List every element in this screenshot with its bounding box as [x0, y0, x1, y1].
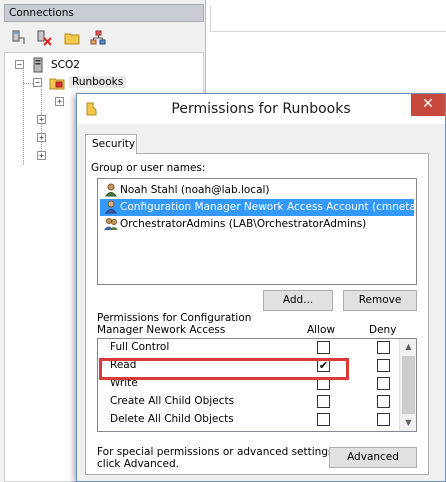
- workspace-header: [210, 6, 446, 32]
- permission-name: Create All Child Objects: [110, 395, 235, 407]
- tree-expand-toggle[interactable]: +: [37, 133, 46, 142]
- user-name: Configuration Manager Nework Access Acco…: [120, 201, 414, 213]
- connect-icon[interactable]: [10, 30, 26, 46]
- permission-name: Delete All Child Objects: [110, 413, 234, 425]
- scroll-down-icon[interactable]: ▼: [400, 415, 416, 431]
- user-icon: [105, 183, 117, 197]
- permission-row: Delete All Child Objects: [98, 411, 400, 429]
- user-list-item-selected[interactable]: Configuration Manager Nework Access Acco…: [100, 199, 414, 216]
- tab-security[interactable]: Security: [85, 134, 137, 154]
- tree-expand-toggle[interactable]: +: [37, 151, 46, 160]
- runbooks-folder-icon: [49, 78, 65, 90]
- user-list-item[interactable]: Noah Stahl (noah@lab.local): [100, 182, 414, 199]
- permission-name: Full Control: [110, 341, 170, 353]
- tree-expand-toggle[interactable]: +: [37, 115, 46, 124]
- scroll-up-icon[interactable]: ▲: [400, 339, 416, 355]
- hierarchy-icon[interactable]: [90, 30, 106, 46]
- deny-checkbox[interactable]: [377, 413, 390, 426]
- connections-toolbar: [4, 26, 204, 50]
- advanced-hint: For special permissions or advanced sett…: [97, 446, 337, 470]
- advanced-hint-line: click Advanced.: [97, 458, 180, 470]
- permissions-list: Full Control Read ✔ Write Create All Chi…: [97, 338, 417, 432]
- group-user-list[interactable]: Noah Stahl (noah@lab.local) Configuratio…: [97, 178, 417, 285]
- deny-checkbox[interactable]: [377, 359, 390, 372]
- connections-header: Connections: [4, 4, 204, 22]
- deny-column-header: Deny: [369, 324, 397, 336]
- tree-expand-toggle[interactable]: +: [55, 97, 64, 106]
- user-icon: [105, 200, 117, 214]
- add-button[interactable]: Add...: [263, 290, 333, 311]
- allow-column-header: Allow: [307, 324, 336, 336]
- permissions-label: Permissions for Configuration Manager Ne…: [97, 312, 251, 336]
- permission-row: Create All Child Objects: [98, 393, 400, 411]
- allow-checkbox[interactable]: [317, 413, 330, 426]
- new-folder-icon[interactable]: [64, 30, 80, 46]
- permissions-dialog: Permissions for Runbooks ✕ Security Grou…: [76, 93, 446, 482]
- allow-checkbox[interactable]: [317, 395, 330, 408]
- dialog-title: Permissions for Runbooks: [171, 101, 351, 117]
- allow-checkbox[interactable]: [317, 341, 330, 354]
- tree-item-runbooks[interactable]: Runbooks: [69, 76, 127, 88]
- deny-checkbox[interactable]: [377, 377, 390, 390]
- permissions-scrollbar[interactable]: ▲ ▼: [399, 339, 416, 431]
- dialog-titlebar[interactable]: Permissions for Runbooks ✕: [77, 94, 445, 124]
- scroll-thumb[interactable]: [402, 356, 415, 414]
- deny-checkbox[interactable]: [377, 395, 390, 408]
- permissions-label-line: Manager Nework Access: [97, 324, 226, 336]
- user-list-item[interactable]: OrchestratorAdmins (LAB\OrchestratorAdmi…: [100, 216, 414, 233]
- user-name: Noah Stahl (noah@lab.local): [120, 184, 270, 196]
- permissions-label-line: Permissions for Configuration: [97, 312, 252, 324]
- group-names-label: Group or user names:: [91, 162, 206, 174]
- advanced-hint-line: For special permissions or advanced sett…: [97, 446, 337, 458]
- annotation-highlight-box: [99, 358, 349, 380]
- advanced-button[interactable]: Advanced: [329, 447, 417, 468]
- tree-connector: [41, 89, 42, 159]
- user-name: OrchestratorAdmins (LAB\OrchestratorAdmi…: [120, 218, 367, 230]
- tree-collapse-toggle[interactable]: −: [15, 60, 24, 69]
- tree-connector: [23, 65, 24, 165]
- remove-button[interactable]: Remove: [343, 290, 417, 311]
- tree-collapse-toggle[interactable]: −: [33, 78, 42, 87]
- tree-item-server[interactable]: SCO2: [51, 59, 80, 71]
- close-button[interactable]: ✕: [411, 94, 445, 116]
- group-icon: [104, 218, 118, 230]
- deny-checkbox[interactable]: [377, 341, 390, 354]
- permission-row: Full Control: [98, 339, 400, 357]
- disconnect-icon[interactable]: [36, 30, 52, 46]
- close-icon: ✕: [422, 96, 434, 112]
- server-icon: [33, 57, 43, 73]
